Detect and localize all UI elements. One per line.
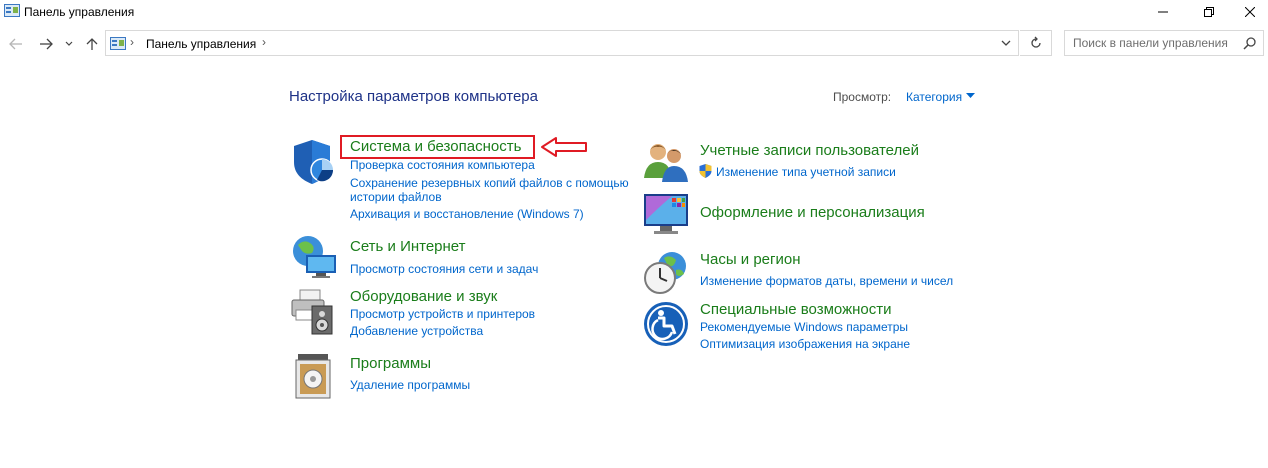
close-icon bbox=[1245, 7, 1255, 17]
link-devices-printers[interactable]: Просмотр устройств и принтеров bbox=[350, 307, 535, 321]
recent-locations-button[interactable] bbox=[62, 34, 76, 54]
chevron-down-icon[interactable] bbox=[1000, 35, 1012, 51]
breadcrumb-separator-icon[interactable]: › bbox=[262, 35, 266, 49]
dropdown-arrow-icon[interactable] bbox=[966, 93, 975, 99]
uac-shield-icon bbox=[699, 164, 712, 178]
search-input[interactable] bbox=[1065, 31, 1243, 55]
link-network-status[interactable]: Просмотр состояния сети и задач bbox=[350, 262, 538, 276]
link-file-history-backup-cont[interactable]: истории файлов bbox=[350, 190, 442, 204]
refresh-icon bbox=[1030, 36, 1041, 48]
accessibility-icon[interactable] bbox=[642, 300, 690, 348]
refresh-button[interactable] bbox=[1020, 30, 1052, 56]
view-by-label: Просмотр: bbox=[833, 90, 892, 104]
close-button[interactable] bbox=[1232, 0, 1268, 24]
category-network-internet[interactable]: Сеть и Интернет bbox=[350, 238, 466, 255]
chevron-down-icon bbox=[65, 41, 73, 46]
category-appearance[interactable]: Оформление и персонализация bbox=[700, 204, 925, 221]
restore-icon bbox=[1204, 7, 1214, 17]
minimize-button[interactable] bbox=[1140, 0, 1186, 24]
link-backup-restore[interactable]: Архивация и восстановление (Windows 7) bbox=[350, 207, 584, 221]
address-bar[interactable]: › Панель управления › bbox=[105, 30, 1019, 56]
clock-globe-icon[interactable] bbox=[642, 248, 690, 296]
shield-icon[interactable] bbox=[290, 138, 338, 186]
category-clock-region[interactable]: Часы и регион bbox=[700, 251, 801, 268]
link-change-account-type[interactable]: Изменение типа учетной записи bbox=[716, 165, 896, 179]
search-icon[interactable] bbox=[1243, 36, 1257, 50]
minimize-icon bbox=[1158, 11, 1168, 13]
control-panel-icon bbox=[4, 4, 20, 17]
breadcrumb-control-panel[interactable]: Панель управления bbox=[146, 37, 256, 51]
arrow-right-icon bbox=[40, 38, 53, 50]
back-button[interactable] bbox=[6, 34, 26, 54]
category-user-accounts[interactable]: Учетные записи пользователей bbox=[700, 142, 919, 159]
link-recommended-settings[interactable]: Рекомендуемые Windows параметры bbox=[700, 320, 908, 334]
view-by-dropdown[interactable]: Категория bbox=[906, 90, 962, 104]
category-ease-of-access[interactable]: Специальные возможности bbox=[700, 301, 892, 318]
programs-icon[interactable] bbox=[292, 352, 340, 400]
appearance-icon[interactable] bbox=[642, 190, 690, 238]
link-check-computer-status[interactable]: Проверка состояния компьютера bbox=[350, 158, 535, 172]
network-globe-icon[interactable] bbox=[290, 233, 338, 281]
link-add-device[interactable]: Добавление устройства bbox=[350, 324, 483, 338]
restore-button[interactable] bbox=[1186, 0, 1232, 24]
forward-button[interactable] bbox=[36, 34, 56, 54]
page-title: Настройка параметров компьютера bbox=[289, 88, 538, 105]
category-hardware-sound[interactable]: Оборудование и звук bbox=[350, 288, 497, 305]
arrow-up-icon bbox=[86, 38, 98, 50]
control-panel-icon bbox=[110, 37, 126, 50]
title-bar: Панель управления bbox=[0, 0, 1268, 24]
navigation-bar: › Панель управления › bbox=[0, 28, 1268, 60]
arrow-left-icon bbox=[9, 38, 22, 50]
users-icon[interactable] bbox=[642, 138, 690, 186]
category-programs[interactable]: Программы bbox=[350, 355, 431, 372]
breadcrumb-separator-icon[interactable]: › bbox=[130, 35, 134, 49]
printer-speaker-icon[interactable] bbox=[290, 288, 338, 336]
window-title: Панель управления bbox=[24, 5, 135, 19]
category-system-security[interactable]: Система и безопасность bbox=[350, 138, 521, 155]
link-file-history-backup[interactable]: Сохранение резервных копий файлов с помо… bbox=[350, 176, 629, 190]
link-uninstall-program[interactable]: Удаление программы bbox=[350, 378, 470, 392]
red-arrow-icon bbox=[541, 137, 587, 157]
link-optimize-display[interactable]: Оптимизация изображения на экране bbox=[700, 337, 910, 351]
up-button[interactable] bbox=[82, 34, 102, 54]
search-box[interactable] bbox=[1064, 30, 1264, 56]
link-change-date-formats[interactable]: Изменение форматов даты, времени и чисел bbox=[700, 274, 953, 288]
